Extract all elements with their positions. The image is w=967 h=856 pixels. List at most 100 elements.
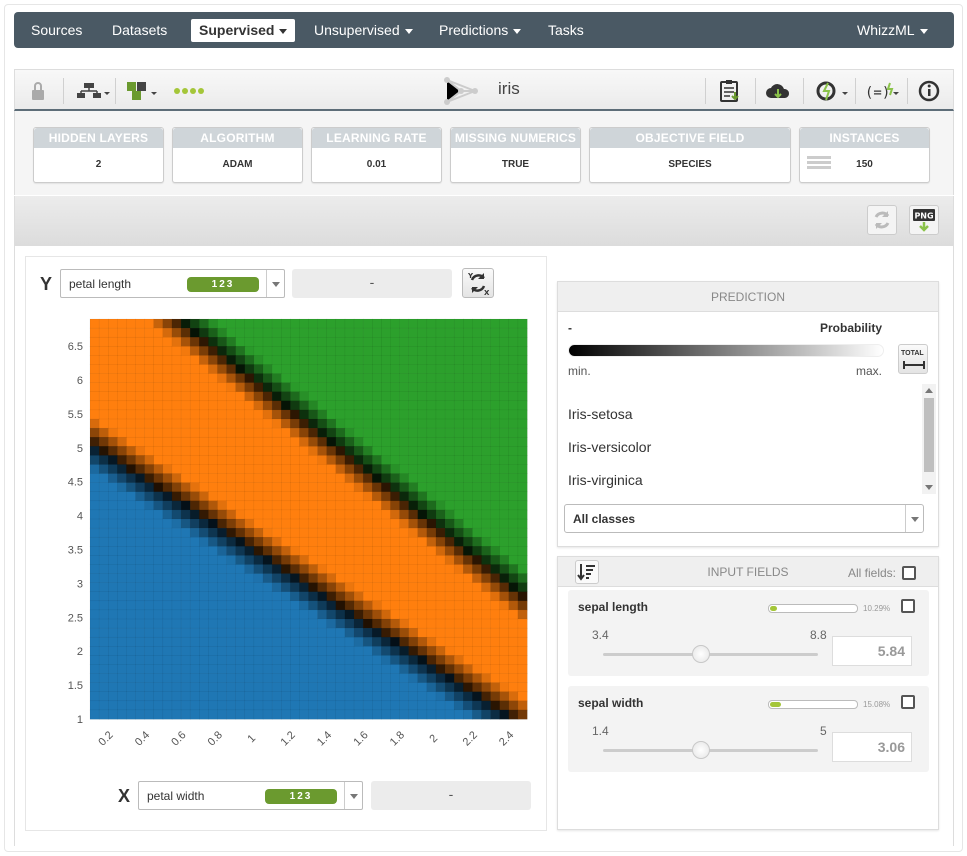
heatmap-cell bbox=[344, 400, 355, 411]
heatmap-cell bbox=[463, 500, 473, 511]
heatmap-cell bbox=[508, 318, 519, 329]
heatmap-cell bbox=[262, 582, 273, 593]
x-tick-label: 1.8 bbox=[388, 729, 407, 748]
heatmap-cell bbox=[417, 346, 428, 356]
field-slider-handle[interactable] bbox=[692, 741, 710, 759]
heatmap-cell bbox=[208, 491, 218, 502]
heatmap-cell bbox=[362, 418, 373, 429]
heatmap-cell bbox=[235, 446, 246, 456]
nav-tasks[interactable]: Tasks bbox=[548, 12, 584, 48]
heatmap-cell bbox=[271, 455, 282, 465]
heatmap-cell bbox=[226, 482, 237, 493]
heatmap-cell bbox=[353, 382, 364, 393]
formula-icon[interactable]: (=) bbox=[865, 80, 901, 102]
heatmap-cell bbox=[472, 646, 482, 656]
actions-icon[interactable] bbox=[815, 80, 851, 102]
y-field-select[interactable]: petal length 123 bbox=[60, 269, 285, 298]
swap-axes-button[interactable]: YX bbox=[462, 268, 494, 298]
heatmap-cell bbox=[444, 364, 455, 375]
x-field-select[interactable]: petal width 123 bbox=[138, 781, 363, 810]
refresh-button[interactable] bbox=[867, 205, 897, 235]
info-icon[interactable] bbox=[918, 80, 940, 102]
field-checkbox[interactable] bbox=[901, 599, 915, 613]
card-objective-field: OBJECTIVE FIELD SPECIES bbox=[589, 127, 791, 183]
heatmap-cell bbox=[189, 591, 200, 602]
heatmap-cell bbox=[426, 409, 437, 420]
sort-fields-button[interactable] bbox=[575, 560, 599, 584]
heatmap-cell bbox=[108, 682, 118, 693]
class-filter-select[interactable]: All classes bbox=[564, 504, 924, 533]
heatmap-cell bbox=[317, 355, 328, 365]
heatmap-cell bbox=[308, 464, 319, 475]
heatmap-cell bbox=[144, 673, 155, 684]
field-slider-track[interactable] bbox=[603, 749, 818, 752]
heatmap-cell bbox=[271, 682, 282, 693]
field-checkbox[interactable] bbox=[901, 695, 915, 709]
heatmap-cell bbox=[481, 427, 492, 438]
heatmap-cell bbox=[344, 327, 355, 338]
heatmap-cell bbox=[144, 409, 155, 420]
heatmap-cell bbox=[335, 482, 346, 493]
heatmap-cell bbox=[208, 364, 218, 375]
class-item-virginica[interactable]: Iris-virginica bbox=[568, 472, 643, 488]
clipboard-download-icon[interactable] bbox=[718, 80, 742, 102]
heatmap-cell bbox=[372, 673, 382, 684]
heatmap-cell bbox=[326, 427, 337, 438]
field-slider-handle[interactable] bbox=[692, 645, 710, 663]
class-item-setosa[interactable]: Iris-setosa bbox=[568, 406, 633, 422]
card-hidden-layers: HIDDEN LAYERS 2 bbox=[33, 127, 164, 183]
heatmap-cell bbox=[290, 582, 300, 593]
nav-supervised[interactable]: Supervised bbox=[191, 19, 296, 42]
card-algorithm: ALGORITHM ADAM bbox=[172, 127, 303, 183]
heatmap-cell bbox=[344, 564, 355, 575]
heatmap-cell bbox=[253, 427, 264, 438]
field-value-input[interactable]: 5.84 bbox=[832, 636, 912, 666]
sort-icon bbox=[577, 564, 595, 581]
export-png-button[interactable]: PNG bbox=[909, 205, 939, 235]
all-fields-checkbox[interactable] bbox=[902, 566, 916, 580]
heatmap-cell bbox=[290, 573, 300, 584]
heatmap-cell bbox=[280, 527, 291, 538]
nav-unsupervised[interactable]: Unsupervised bbox=[314, 12, 413, 48]
heatmap-cell bbox=[271, 400, 282, 411]
heatmap-cell bbox=[308, 500, 319, 511]
heatmap-cell bbox=[199, 473, 209, 484]
class-item-versicolor[interactable]: Iris-versicolor bbox=[568, 439, 651, 455]
heatmap-cell bbox=[344, 364, 355, 375]
heatmap-cell bbox=[235, 336, 246, 347]
heatmap-cell bbox=[399, 382, 410, 393]
scroll-down-icon[interactable] bbox=[925, 485, 933, 491]
cloud-download-icon[interactable] bbox=[765, 80, 791, 102]
heatmap-cell bbox=[299, 555, 310, 565]
heatmap-cell bbox=[472, 564, 482, 575]
nav-datasets[interactable]: Datasets bbox=[112, 12, 167, 48]
field-slider-track[interactable] bbox=[603, 653, 818, 656]
heatmap-cell bbox=[362, 555, 373, 565]
nav-whizzml[interactable]: WhizzML bbox=[857, 12, 928, 48]
lock-icon[interactable] bbox=[30, 80, 46, 102]
probability-gradient bbox=[568, 344, 884, 357]
heatmap-cell bbox=[217, 436, 228, 447]
heatmap-cell bbox=[271, 382, 282, 393]
scroll-up-icon[interactable] bbox=[925, 387, 933, 393]
heatmap-cell bbox=[208, 373, 218, 384]
heatmap-cell bbox=[326, 382, 337, 393]
field-value-input[interactable]: 3.06 bbox=[832, 732, 912, 762]
heatmap-cell bbox=[180, 518, 191, 529]
heatmap-cell bbox=[344, 473, 355, 484]
heatmap-cell bbox=[244, 464, 255, 475]
class-list-scrollbar[interactable] bbox=[922, 384, 936, 494]
heatmap-cell bbox=[317, 527, 328, 538]
nav-sources[interactable]: Sources bbox=[31, 12, 82, 48]
tree-layout-icon[interactable] bbox=[75, 80, 111, 102]
heatmap-cell bbox=[326, 627, 337, 638]
heatmap-cell bbox=[453, 518, 464, 529]
heatmap-cell bbox=[335, 655, 346, 665]
field-types-icon[interactable] bbox=[125, 80, 159, 102]
heatmap-cell bbox=[262, 473, 273, 484]
total-button[interactable]: TOTAL bbox=[898, 344, 928, 374]
nav-predictions[interactable]: Predictions bbox=[439, 12, 522, 48]
scroll-thumb[interactable] bbox=[924, 398, 934, 472]
heatmap-cell bbox=[353, 327, 364, 338]
decision-heatmap[interactable]: 11.522.533.544.555.566.50.2 0.4 0.6 0.8 1 1.2… bbox=[40, 310, 540, 760]
